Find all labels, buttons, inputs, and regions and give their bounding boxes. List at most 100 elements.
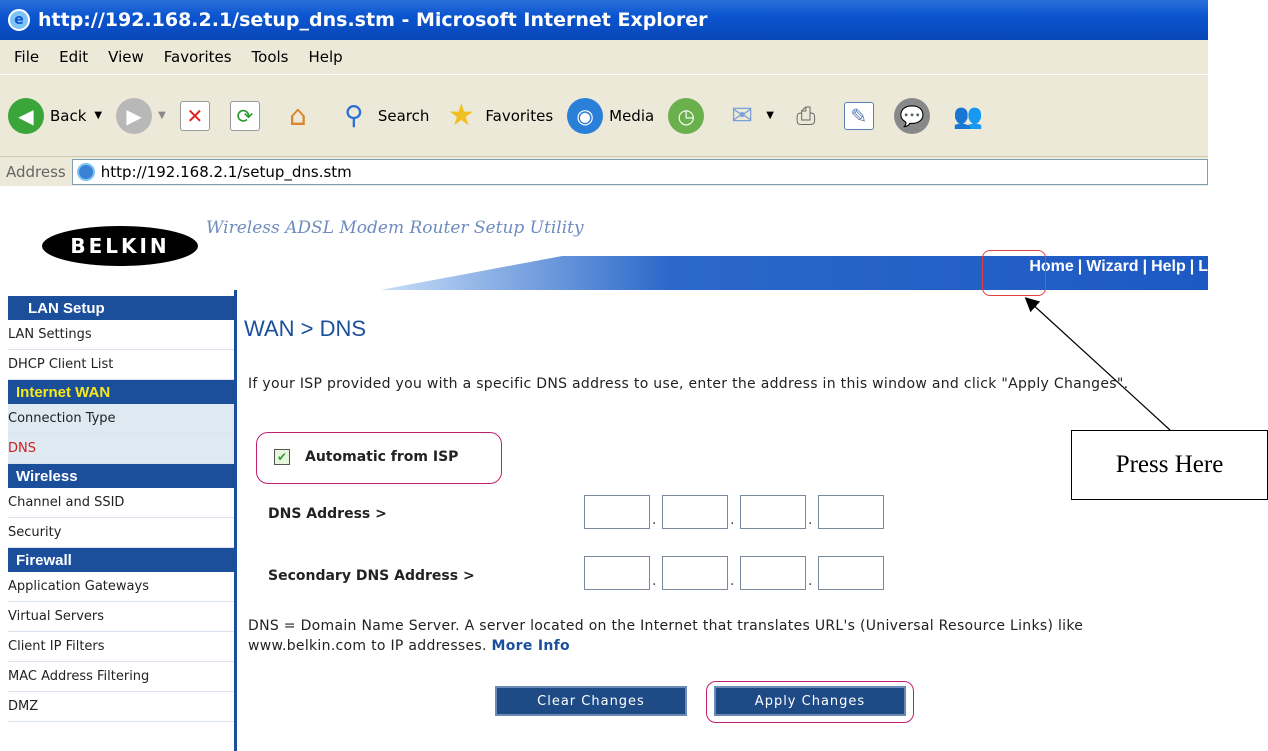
stop-icon: ✕ [179,100,210,131]
sidebar-section-lan-setup: LAN Setup [8,296,234,320]
search-label: Search [377,106,430,125]
automatic-from-isp-checkbox[interactable]: ✔ [274,449,290,465]
menu-view[interactable]: View [108,48,144,66]
dns-octet-4-input[interactable] [818,495,884,529]
sidebar-item-connection-type[interactable]: Connection Type [8,404,234,434]
magnifier-icon: ⚲ [344,100,364,131]
back-button[interactable]: ◀ Back ▼ [8,97,103,134]
ip-dot: . [808,573,813,589]
address-bar: Address http://192.168.2.1/setup_dns.stm [0,156,1208,186]
sidebar-item-dns[interactable]: DNS [8,434,234,464]
press-here-callout: Press Here [1071,430,1268,500]
page-title: WAN > DNS [244,316,367,341]
sidebar-item-virtual-servers[interactable]: Virtual Servers [8,602,234,632]
sidebar-item-lan-settings[interactable]: LAN Settings [8,320,234,350]
media-label: Media [609,106,655,125]
sidebar-divider [234,290,237,751]
dropdown-arrow-icon: ▼ [94,110,103,121]
dns-note-text: DNS = Domain Name Server. A server locat… [248,618,1084,654]
automatic-from-isp-label: Automatic from ISP [305,449,459,465]
address-url: http://192.168.2.1/setup_dns.stm [100,162,352,181]
dropdown-arrow-icon: ▼ [158,110,166,121]
menu-favorites[interactable]: Favorites [164,48,232,66]
sidebar-item-client-ip-filters[interactable]: Client IP Filters [8,632,234,662]
ip-dot: . [730,573,735,589]
menu-tools[interactable]: Tools [252,48,289,66]
window-title: http://192.168.2.1/setup_dns.stm - Micro… [38,9,708,31]
sidebar-item-dhcp-client-list[interactable]: DHCP Client List [8,350,234,380]
dns-note: DNS = Domain Name Server. A server locat… [248,616,1148,656]
menu-edit[interactable]: Edit [59,48,88,66]
sidebar-item-dmz[interactable]: DMZ [8,692,234,722]
sidebar-item-channel-and-ssid[interactable]: Channel and SSID [8,488,234,518]
house-icon: ⌂ [288,99,307,132]
star-icon: ★ [447,98,475,133]
secondary-dns-octet-4-input[interactable] [818,556,884,590]
address-input[interactable]: http://192.168.2.1/setup_dns.stm [71,158,1208,185]
dns-octet-3-input[interactable] [740,495,806,529]
edit-button[interactable]: ✎ [843,101,880,130]
favorites-button[interactable]: ★ Favorites [443,98,553,134]
refresh-icon: ⟳ [229,100,260,131]
ip-dot: . [808,512,813,528]
sidebar-section-internet-wan: Internet WAN [8,380,234,404]
sidebar: LAN Setup LAN Settings DHCP Client List … [8,296,234,751]
secondary-dns-octet-1-input[interactable] [584,556,650,590]
favorites-label: Favorites [485,106,554,125]
edit-page-icon: ✎ [843,101,874,130]
sidebar-item-application-gateways[interactable]: Application Gateways [8,572,234,602]
window-titlebar: e http://192.168.2.1/setup_dns.stm - Mic… [0,0,1208,40]
home-toolbar-button[interactable]: ⌂ [280,98,322,134]
dns-octet-2-input[interactable] [662,495,728,529]
people-icon: 👥 [952,101,983,130]
nav-logout-link[interactable]: L [1198,258,1208,275]
top-nav: Home | Wizard | Help | L [1029,258,1208,275]
browser-toolbar: ◀ Back ▼ ▶ ▼ ✕ ⟳ ⌂ ⚲ Search ★ Favorites … [0,74,1208,156]
history-button[interactable]: ◷ [668,97,710,134]
menu-help[interactable]: Help [309,48,343,66]
stop-button[interactable]: ✕ [179,100,216,131]
ie-icon: e [8,9,30,31]
speech-bubble-icon: 💬 [893,97,930,134]
nav-wizard-link[interactable]: Wizard [1086,258,1138,275]
callout-arrow-line [1024,297,1171,431]
ip-dot: . [730,512,735,528]
dropdown-arrow-icon: ▼ [766,110,774,121]
forward-button[interactable]: ▶ ▼ [116,97,166,134]
printer-icon: ⎙ [796,101,816,130]
media-button[interactable]: ◉ Media [567,97,655,134]
page-icon [76,162,95,181]
secondary-dns-octet-3-input[interactable] [740,556,806,590]
back-arrow-icon: ◀ [8,97,44,134]
ip-dot: . [652,512,657,528]
sidebar-item-security[interactable]: Security [8,518,234,548]
dns-address-label: DNS Address > [268,506,387,522]
search-button[interactable]: ⚲ Search [336,98,430,134]
clear-changes-button[interactable]: Clear Changes [495,686,687,716]
home-highlight-annotation [982,250,1046,296]
history-clock-icon: ◷ [668,97,705,134]
back-label: Back [50,106,87,125]
messenger-button[interactable]: 👥 [950,98,992,134]
sidebar-section-firewall: Firewall [8,548,234,572]
menu-file[interactable]: File [14,48,39,66]
print-button[interactable]: ⎙ [788,98,830,134]
globe-icon: ◉ [567,97,604,134]
secondary-dns-address-label: Secondary DNS Address > [268,568,475,584]
apply-highlight-annotation [706,681,914,723]
sidebar-item-mac-address-filtering[interactable]: MAC Address Filtering [8,662,234,692]
nav-help-link[interactable]: Help [1151,258,1186,275]
refresh-button[interactable]: ⟳ [229,100,266,131]
sidebar-section-wireless: Wireless [8,464,234,488]
header-tagline: Wireless ADSL Modem Router Setup Utility [206,218,584,238]
ip-dot: . [652,573,657,589]
mail-icon: ✉ [731,100,754,131]
more-info-link[interactable]: More Info [492,638,570,654]
secondary-dns-octet-2-input[interactable] [662,556,728,590]
discuss-button[interactable]: 💬 [893,97,936,134]
menu-bar: File Edit View Favorites Tools Help [0,40,1208,74]
mail-button[interactable]: ✉ ▼ [724,98,774,134]
intro-text: If your ISP provided you with a specific… [248,376,1129,392]
dns-octet-1-input[interactable] [584,495,650,529]
address-label: Address [6,162,66,181]
